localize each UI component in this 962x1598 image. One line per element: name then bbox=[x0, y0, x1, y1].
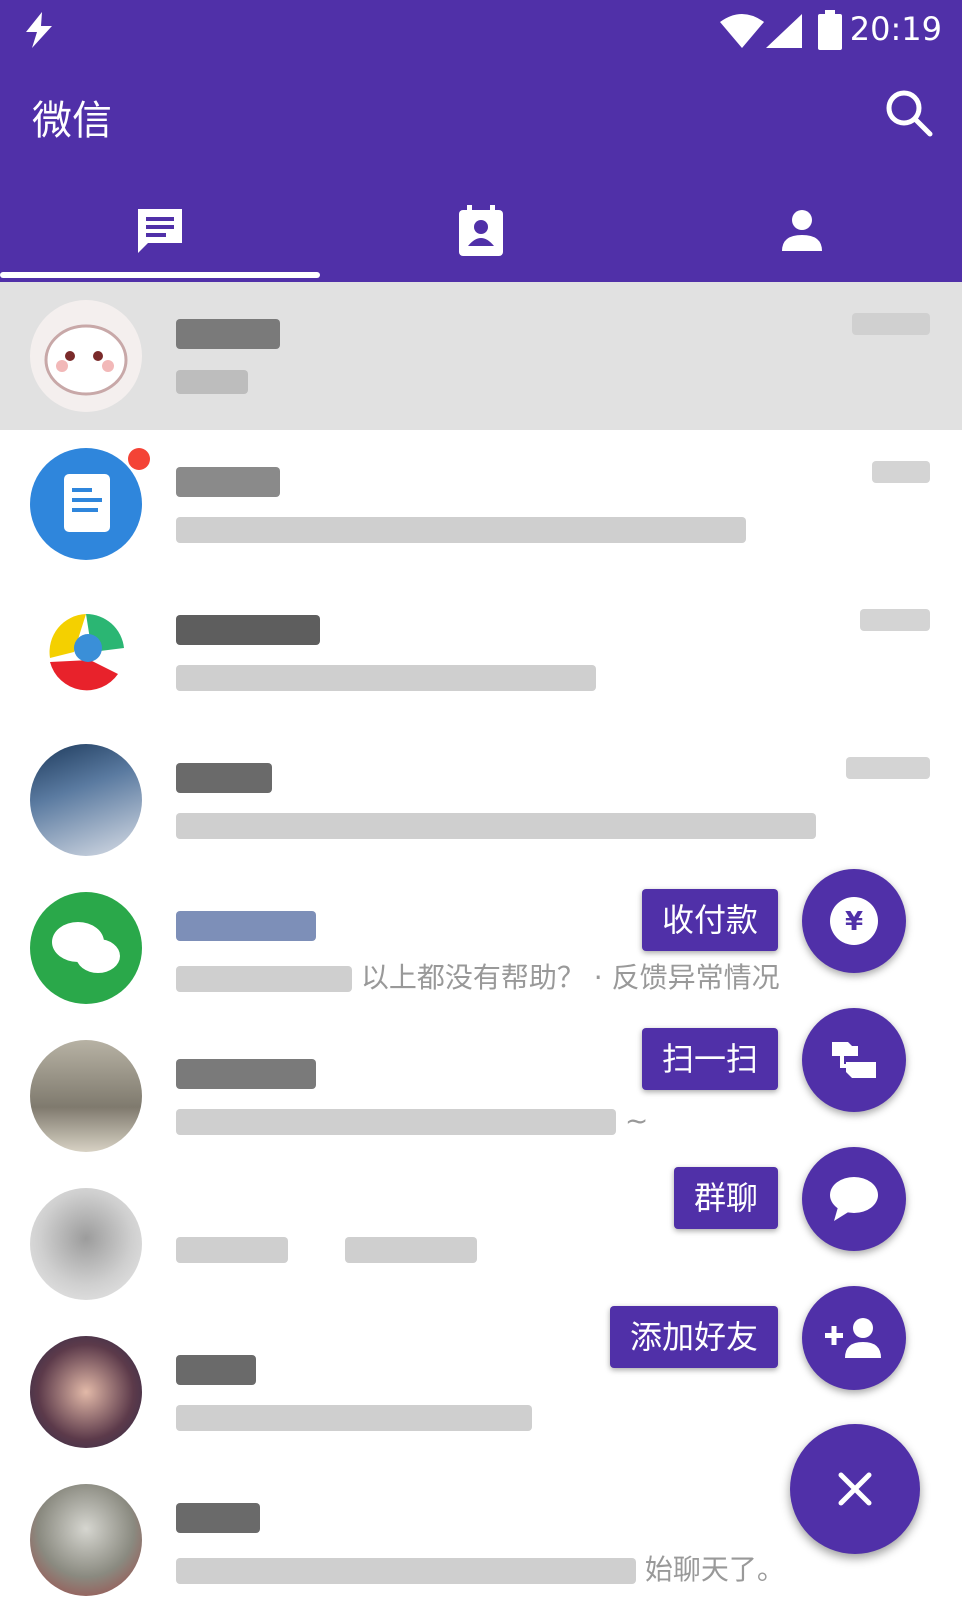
cell-signal-icon bbox=[766, 14, 802, 48]
scan-label[interactable]: 扫一扫 bbox=[641, 1028, 778, 1090]
wechat-green-avatar bbox=[30, 892, 142, 1004]
group-chat-button[interactable] bbox=[802, 1147, 906, 1251]
contact-card-icon bbox=[459, 205, 503, 256]
conversation-message: ~ bbox=[176, 1104, 648, 1137]
wifi-icon bbox=[720, 14, 764, 48]
status-bar: 20:19 bbox=[0, 0, 962, 64]
list-item[interactable] bbox=[0, 726, 962, 874]
list-item[interactable] bbox=[0, 430, 962, 578]
conversation-message: 始聊天了。 bbox=[176, 1548, 785, 1588]
person-icon bbox=[781, 210, 822, 251]
conversation-message bbox=[176, 512, 746, 545]
tab-chats[interactable] bbox=[0, 180, 321, 282]
document-app-avatar bbox=[30, 448, 142, 560]
conversation-message bbox=[176, 1232, 477, 1265]
conversation-time bbox=[860, 604, 930, 634]
speed-dial-close-button[interactable] bbox=[790, 1424, 920, 1554]
photo-avatar-5 bbox=[30, 1484, 142, 1596]
photo-avatar-1 bbox=[30, 744, 142, 856]
conversation-time bbox=[852, 308, 930, 338]
close-icon bbox=[838, 1472, 872, 1506]
conversation-message bbox=[176, 660, 596, 693]
list-item[interactable] bbox=[0, 282, 962, 430]
tab-bar bbox=[0, 180, 962, 282]
status-time: 20:19 bbox=[849, 10, 942, 48]
scan-icon bbox=[832, 1042, 876, 1078]
add-friend-button[interactable] bbox=[802, 1286, 906, 1390]
conversation-time bbox=[846, 752, 930, 782]
conversation-name bbox=[176, 1052, 316, 1092]
svg-text:¥: ¥ bbox=[845, 907, 863, 937]
photo-avatar-4 bbox=[30, 1336, 142, 1448]
pay-receive-label[interactable]: 收付款 bbox=[641, 889, 778, 951]
colorful-logo-avatar bbox=[30, 596, 142, 708]
chat-bubble-icon bbox=[830, 1177, 878, 1221]
yuan-icon: ¥ bbox=[830, 897, 878, 945]
app-title: 微信 bbox=[32, 98, 112, 144]
group-chat-label[interactable]: 群聊 bbox=[673, 1167, 778, 1229]
conversation-name bbox=[176, 904, 316, 944]
conversation-message bbox=[176, 808, 816, 841]
tab-contacts[interactable] bbox=[321, 180, 642, 282]
scan-button[interactable] bbox=[802, 1008, 906, 1112]
conversation-message-tail: 始聊天了。 bbox=[644, 1553, 785, 1586]
app-bar: 20:19 微信 bbox=[0, 0, 962, 282]
conversation-name bbox=[176, 756, 272, 796]
conversation-name bbox=[176, 1496, 260, 1536]
tab-indicator bbox=[0, 272, 320, 278]
conversation-name bbox=[176, 460, 280, 500]
unread-dot bbox=[128, 448, 150, 470]
conversation-name bbox=[176, 608, 320, 648]
battery-icon bbox=[818, 10, 842, 50]
conversation-time bbox=[872, 456, 930, 486]
flash-icon bbox=[26, 12, 52, 48]
tab-me[interactable] bbox=[641, 180, 962, 282]
add-friend-label[interactable]: 添加好友 bbox=[609, 1306, 778, 1368]
conversation-message-tail: 以上都没有帮助？ · 反馈异常情况 bbox=[360, 961, 780, 994]
conversation-message-tail: ~ bbox=[624, 1104, 649, 1137]
conversation-message: 以上都没有帮助？ · 反馈异常情况 bbox=[176, 956, 780, 996]
photo-avatar-2 bbox=[30, 1040, 142, 1152]
add-person-icon bbox=[825, 1318, 881, 1358]
photo-avatar-3 bbox=[30, 1188, 142, 1300]
search-button[interactable] bbox=[884, 88, 934, 138]
list-item[interactable] bbox=[0, 578, 962, 726]
conversation-message bbox=[176, 1400, 532, 1433]
cat-sticker-avatar bbox=[30, 300, 142, 412]
chat-icon bbox=[138, 209, 183, 253]
pay-receive-button[interactable]: ¥ bbox=[802, 869, 906, 973]
search-icon bbox=[886, 90, 933, 137]
conversation-name bbox=[176, 312, 280, 352]
conversation-name bbox=[176, 1348, 256, 1388]
conversation-message bbox=[176, 364, 248, 397]
